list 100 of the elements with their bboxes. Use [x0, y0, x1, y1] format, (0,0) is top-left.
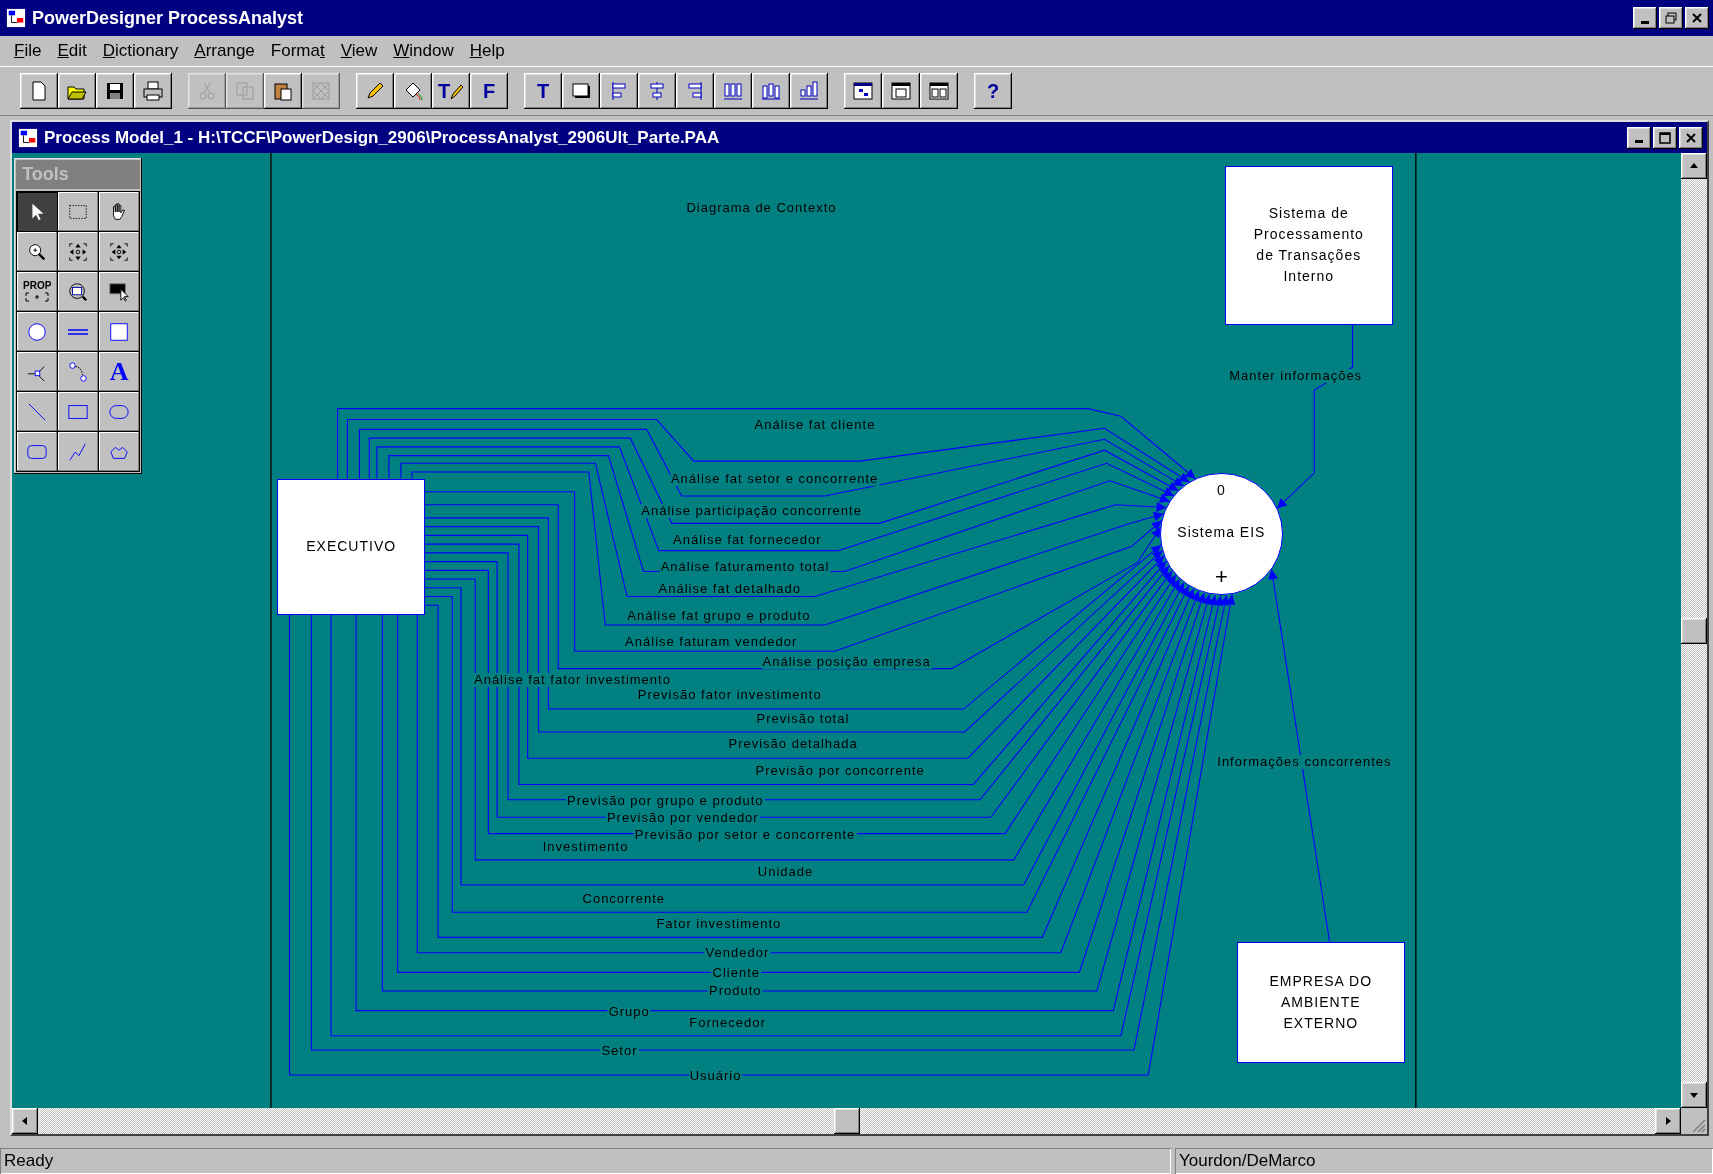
flow-label: Análise faturamento total [659, 560, 831, 575]
paste-icon [272, 80, 294, 102]
entity-box: Sistema de Processamento de Transações Interno [1224, 166, 1393, 325]
diagram-method: Yourdon/DeMarco [1175, 1148, 1713, 1174]
window-tree-button[interactable] [844, 73, 882, 109]
shrink-arrows-icon [108, 240, 131, 263]
distribute-top-button[interactable] [714, 73, 752, 109]
shrink-tool[interactable] [99, 232, 140, 272]
text-tool[interactable]: A [99, 352, 140, 392]
split-window-icon [928, 80, 950, 102]
expand-arrows-icon [67, 240, 90, 263]
double-line-icon [68, 328, 89, 335]
menu-item[interactable]: Window [387, 39, 460, 63]
menu-item[interactable]: Edit [51, 39, 93, 63]
maximize-button[interactable] [1653, 126, 1677, 149]
scroll-right-button[interactable] [1655, 1108, 1681, 1134]
scroll-up-button[interactable] [1681, 153, 1707, 179]
flow-label: Previsão total [755, 711, 851, 726]
entity-box: EXECUTIVO [277, 478, 425, 616]
marquee-tool[interactable] [58, 192, 99, 232]
distribute-middle-button[interactable] [752, 73, 790, 109]
shadow-box-button[interactable] [562, 73, 600, 109]
window-single-button[interactable] [882, 73, 920, 109]
minimize-icon [1641, 20, 1649, 24]
process-tool[interactable] [17, 312, 58, 352]
split-tool[interactable] [17, 352, 58, 392]
menu-item[interactable]: Help [463, 39, 511, 63]
print-button[interactable] [134, 73, 172, 109]
zoom-page-tool[interactable] [58, 272, 99, 312]
properties-tool[interactable]: PROP [17, 272, 58, 312]
flow-label: Previsão por concorrente [754, 764, 926, 779]
flow-label: Manter informações [1228, 368, 1364, 383]
distribute-bottom-button[interactable] [790, 73, 828, 109]
diagram-title: Diagrama de Contexto [685, 200, 838, 215]
pencil-button[interactable] [356, 73, 394, 109]
print-icon [142, 80, 164, 102]
pencil-icon [364, 80, 386, 102]
distribute-top-icon [722, 80, 744, 102]
save-button[interactable] [96, 73, 134, 109]
minimize-button[interactable] [1627, 126, 1651, 149]
status-message: Ready [0, 1148, 1171, 1174]
paste-button[interactable] [264, 73, 302, 109]
scroll-thumb[interactable] [833, 1108, 860, 1134]
new-file-button[interactable] [20, 73, 58, 109]
flow-label: Análise fat detalhado [657, 581, 802, 596]
flow-label: Vendedor [704, 945, 771, 960]
entity-tool[interactable] [99, 312, 140, 352]
flow-label: Análise fat fator investimento [473, 672, 672, 687]
flow-label: Previsão por vendedor [605, 811, 760, 826]
rounded-rectangle-tool[interactable] [17, 432, 58, 472]
flow-label: Informações concorrentes [1216, 754, 1393, 769]
align-right-button[interactable] [676, 73, 714, 109]
zoom-tool[interactable] [17, 232, 58, 272]
circle-icon [26, 320, 49, 343]
hand-tool[interactable] [99, 192, 140, 232]
line-tool[interactable] [17, 392, 58, 432]
close-icon [1686, 132, 1696, 143]
magnifier-icon [67, 280, 90, 303]
align-left-button[interactable] [600, 73, 638, 109]
scroll-left-button[interactable] [12, 1108, 38, 1134]
document-icon [18, 127, 38, 148]
menu-item[interactable]: View [334, 39, 384, 63]
expand-tool[interactable] [58, 232, 99, 272]
oval-tool[interactable] [99, 392, 140, 432]
flow-label: Análise fat grupo e produto [626, 609, 812, 624]
minimize-button[interactable] [1633, 7, 1657, 29]
up-arrow-icon [1689, 161, 1699, 171]
menu-item[interactable]: Arrange [188, 39, 261, 63]
process-name: Sistema EIS [1177, 524, 1266, 541]
flow-tool[interactable] [58, 352, 99, 392]
open-folder-button[interactable] [58, 73, 96, 109]
scissors-icon [196, 80, 218, 102]
flow-label: Unidade [756, 864, 815, 879]
flow-label: Análise fat setor e concorrente [669, 471, 880, 486]
paint-bucket-button[interactable] [394, 73, 432, 109]
polyline-tool[interactable] [58, 432, 99, 472]
down-arrow-icon [1689, 1090, 1699, 1100]
help-button[interactable]: ? [974, 73, 1012, 109]
text-edit-button[interactable]: T [432, 73, 470, 109]
rectangle-tool[interactable] [58, 392, 99, 432]
cursor-box-tool[interactable] [99, 272, 140, 312]
polygon-tool[interactable] [99, 432, 140, 472]
close-button[interactable] [1685, 7, 1709, 29]
scroll-thumb[interactable] [1681, 617, 1707, 644]
align-center-button[interactable] [638, 73, 676, 109]
window-double-button[interactable] [920, 73, 958, 109]
text-frame-button[interactable]: T [524, 73, 562, 109]
restore-button[interactable] [1659, 7, 1683, 29]
data-store-tool[interactable] [58, 312, 99, 352]
pointer-tool[interactable] [17, 192, 58, 232]
flow-label: Análise fat fornecedor [672, 532, 823, 547]
menu-item[interactable]: Format [264, 39, 331, 63]
app-title: PowerDesigner ProcessAnalyst [32, 7, 305, 29]
dashed-frame-icon [24, 290, 51, 303]
close-button[interactable] [1679, 126, 1703, 149]
menu-item[interactable]: Dictionary [96, 39, 185, 63]
distribute-middle-icon [760, 80, 782, 102]
menu-item[interactable]: File [8, 39, 48, 63]
scroll-down-button[interactable] [1681, 1082, 1707, 1108]
font-button[interactable]: F [470, 73, 508, 109]
